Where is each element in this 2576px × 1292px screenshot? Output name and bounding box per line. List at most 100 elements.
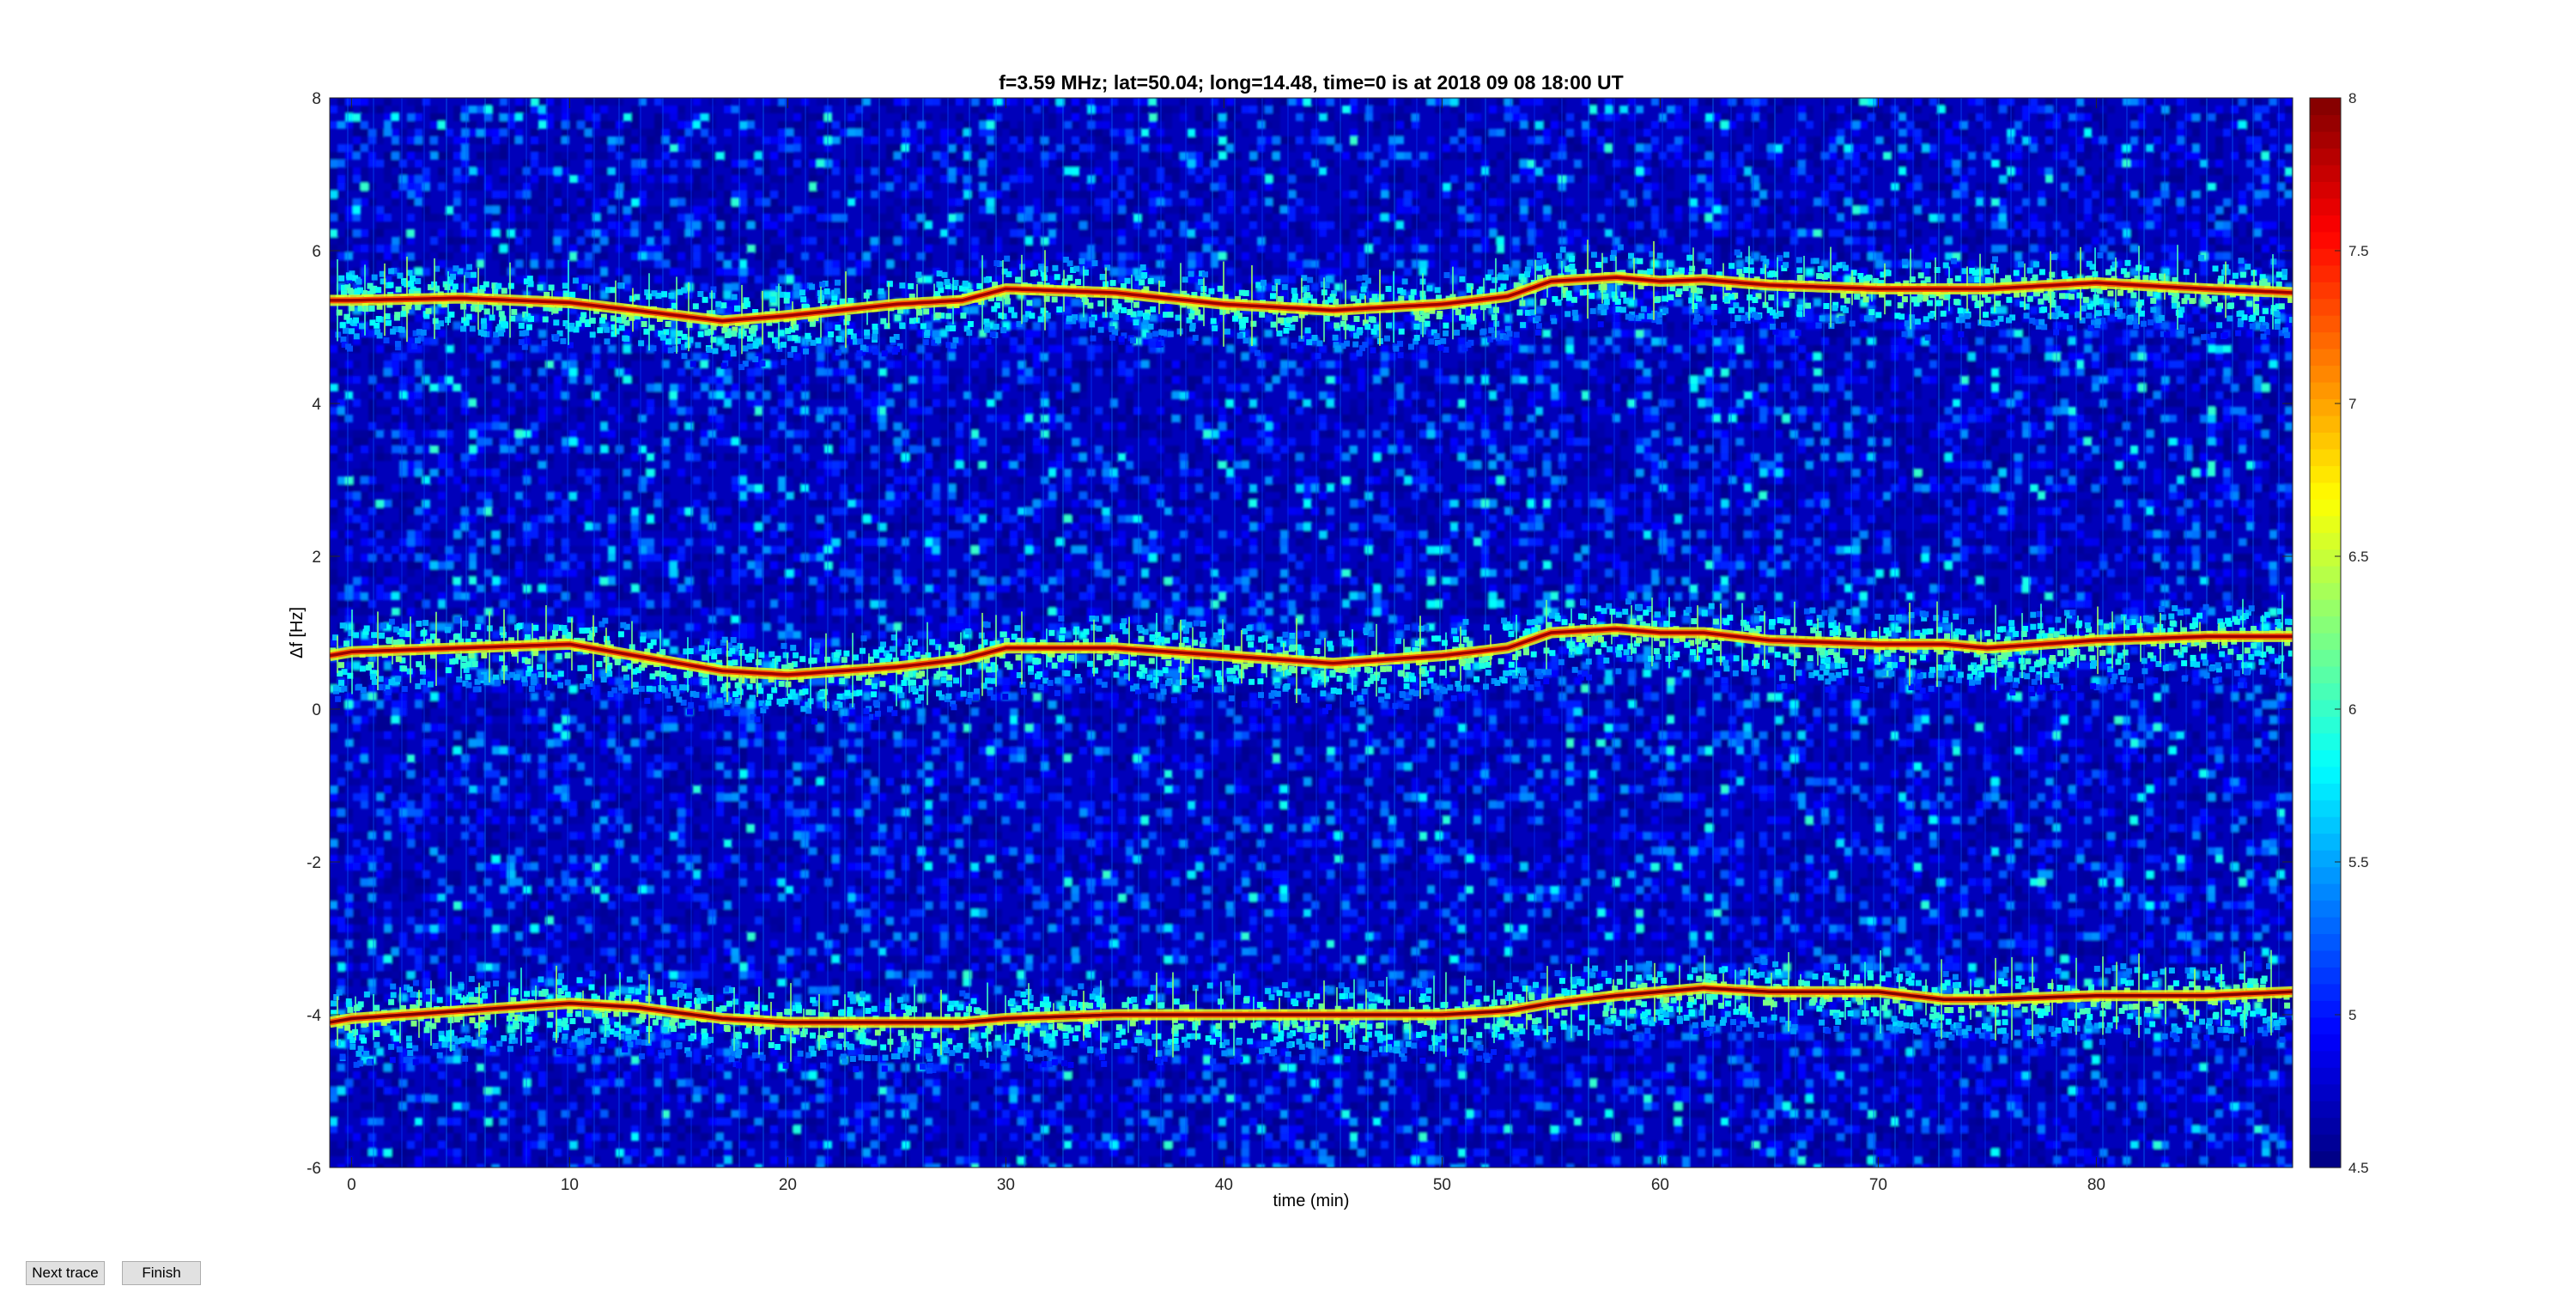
noise-cell — [1991, 136, 1999, 144]
noise-cell — [1535, 136, 1543, 144]
noise-cell — [531, 221, 538, 229]
noise-cell — [1999, 221, 2007, 229]
noise-cell — [1249, 337, 1257, 345]
noise-cell — [1852, 206, 1860, 214]
noise-cell — [376, 136, 384, 144]
noise-cell — [1999, 98, 2007, 106]
noise-cell — [987, 136, 994, 144]
noise-cell — [2115, 198, 2123, 206]
noise-cell — [1929, 237, 1937, 245]
noise-cell — [1721, 198, 1728, 206]
noise-cell — [1698, 136, 1705, 144]
noise-cell — [778, 252, 786, 260]
noise-cell — [1899, 152, 1906, 160]
noise-cell — [1968, 353, 1976, 361]
noise-cell — [2208, 214, 2215, 221]
noise-cell — [809, 167, 817, 175]
noise-cell — [1736, 144, 1744, 152]
noise-cell — [2192, 129, 2200, 136]
noise-cell — [1095, 152, 1103, 160]
noise-cell — [1265, 198, 1273, 206]
noise-cell — [1929, 144, 1937, 152]
noise-cell — [1775, 191, 1783, 198]
noise-cell — [2192, 221, 2200, 229]
noise-cell — [1512, 268, 1520, 276]
noise-cell — [925, 353, 933, 361]
noise-cell — [1860, 330, 1868, 337]
noise-cell — [1164, 136, 1172, 144]
noise-cell — [863, 252, 871, 260]
noise-cell — [1543, 129, 1551, 136]
noise-cell — [2177, 136, 2184, 144]
noise-cell — [2239, 237, 2246, 245]
noise-cell — [1095, 136, 1103, 144]
noise-cell — [755, 167, 762, 175]
noise-cell — [747, 198, 755, 206]
noise-cell — [399, 237, 407, 245]
noise-cell — [569, 245, 577, 252]
noise-cell — [1350, 221, 1358, 229]
noise-cell — [1953, 167, 1960, 175]
noise-cell — [1473, 214, 1481, 221]
noise-cell — [1419, 221, 1427, 229]
noise-cell — [1790, 175, 1798, 183]
noise-cell — [1674, 121, 1682, 129]
noise-cell — [1203, 129, 1211, 136]
noise-cell — [438, 121, 446, 129]
noise-cell — [1033, 330, 1041, 337]
noise-cell — [1829, 229, 1837, 237]
noise-cell — [1473, 229, 1481, 237]
noise-cell — [1203, 353, 1211, 361]
noise-cell — [1002, 121, 1010, 129]
noise-cell — [1095, 121, 1103, 129]
noise-cell — [2130, 136, 2138, 144]
noise-cell — [724, 129, 732, 136]
noise-cell — [1172, 245, 1180, 252]
noise-cell — [1489, 113, 1497, 121]
noise-cell — [755, 152, 762, 160]
noise-cell — [1620, 106, 1628, 113]
noise-cell — [1968, 214, 1976, 221]
noise-cell — [1744, 144, 1752, 152]
noise-cell — [1164, 268, 1172, 276]
noise-cell — [1643, 167, 1651, 175]
noise-cell — [492, 191, 500, 198]
noise-cell — [925, 276, 933, 283]
noise-cell — [1133, 237, 1141, 245]
noise-cell — [971, 361, 979, 368]
noise-cell — [2030, 306, 2038, 314]
noise-cell — [2014, 144, 2022, 152]
noise-cell — [1690, 167, 1698, 175]
noise-cell — [1728, 121, 1736, 129]
noise-cell — [1365, 237, 1373, 245]
noise-cell — [1396, 221, 1404, 229]
noise-cell — [987, 106, 994, 113]
noise-cell — [2169, 252, 2177, 260]
noise-cell — [1126, 268, 1133, 276]
noise-cell — [755, 144, 762, 152]
noise-cell — [1188, 198, 1195, 206]
noise-cell — [793, 129, 801, 136]
noise-cell — [979, 191, 987, 198]
noise-cell — [1303, 98, 1311, 106]
noise-cell — [2014, 314, 2022, 322]
noise-cell — [1783, 314, 1790, 322]
noise-cell — [1257, 106, 1265, 113]
noise-cell — [724, 229, 732, 237]
noise-cell — [353, 214, 361, 221]
noise-cell — [1010, 345, 1018, 353]
noise-cell — [1976, 237, 1984, 245]
noise-cell — [871, 167, 878, 175]
noise-cell — [2169, 330, 2177, 337]
noise-cell — [1172, 206, 1180, 214]
noise-cell — [585, 353, 592, 361]
noise-cell — [608, 167, 616, 175]
noise-cell — [1705, 175, 1713, 183]
noise-cell — [1188, 152, 1195, 160]
noise-cell — [337, 245, 345, 252]
noise-cell — [2254, 183, 2262, 191]
noise-cell — [1674, 106, 1682, 113]
noise-cell — [724, 144, 732, 152]
noise-cell — [979, 160, 987, 167]
noise-cell — [1821, 353, 1829, 361]
